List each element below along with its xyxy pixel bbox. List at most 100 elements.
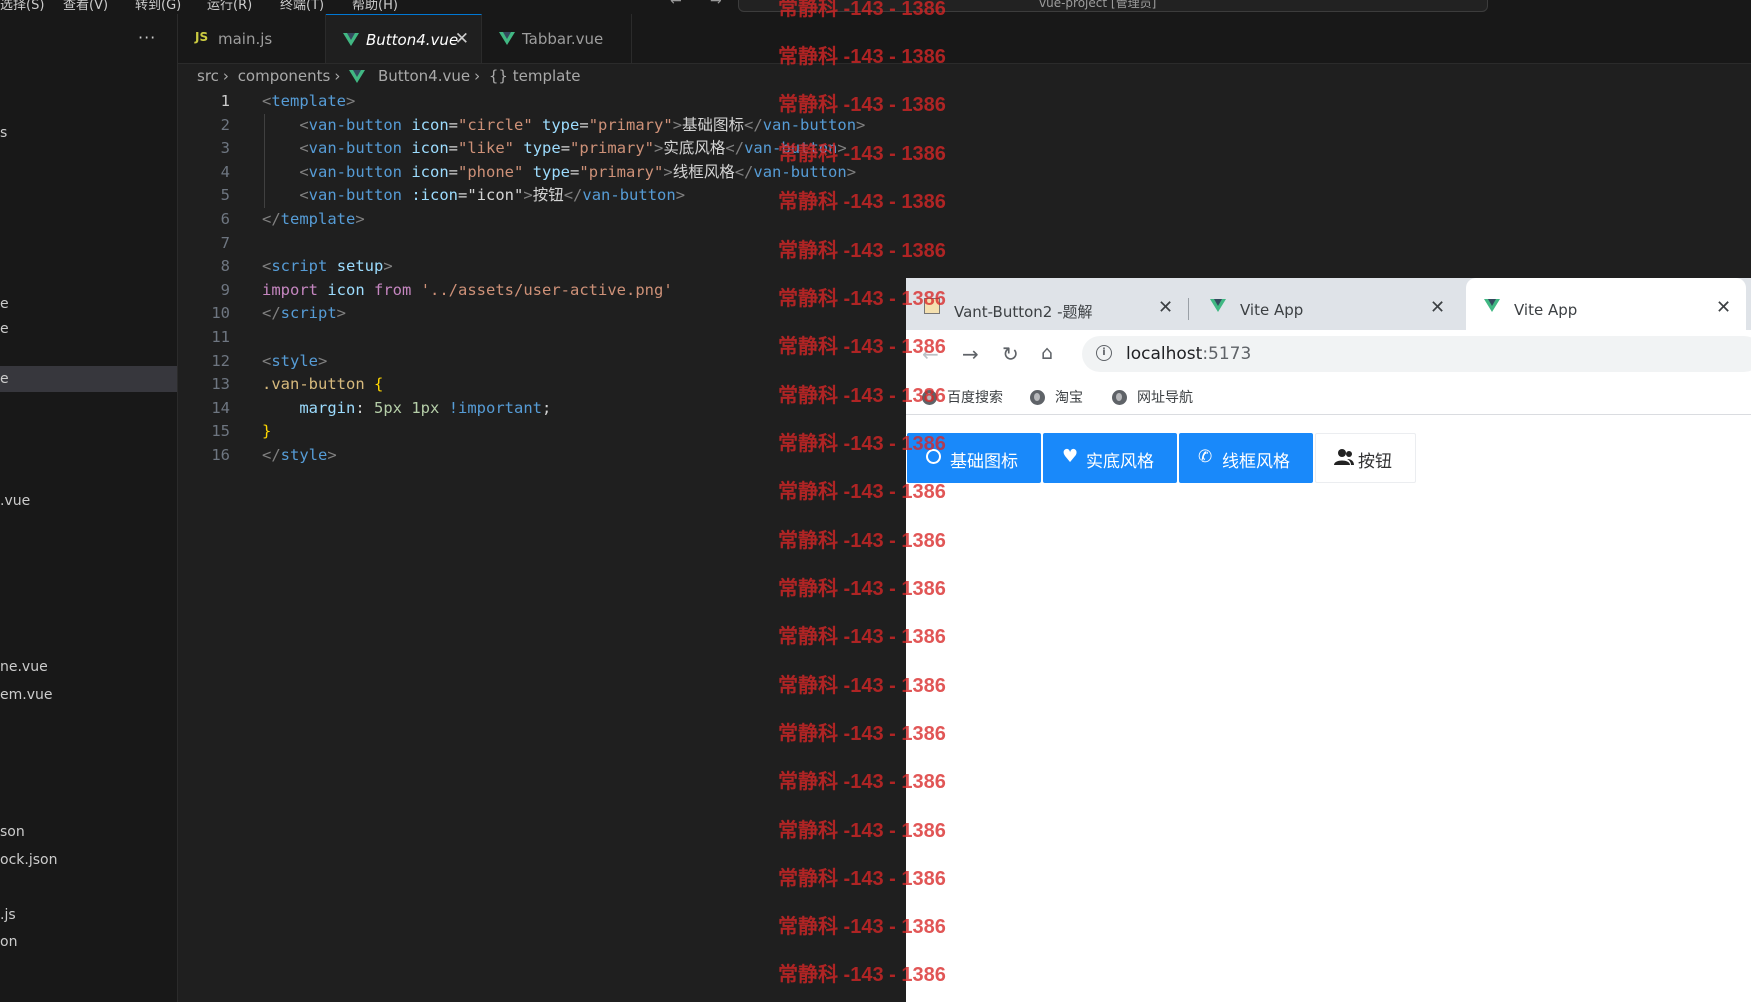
code-line: <van-button icon="phone" type="primary">…	[299, 162, 857, 181]
breadcrumb-item[interactable]: Button4.vue	[378, 67, 470, 85]
breadcrumb-item[interactable]: components	[238, 67, 331, 85]
menu-go[interactable]: 转到(G)	[135, 0, 181, 13]
menu-view[interactable]: 查看(V)	[63, 0, 108, 13]
custom-icon-button[interactable]: 按钮	[1315, 433, 1416, 483]
breadcrumb-item[interactable]: {} template	[489, 67, 581, 85]
close-icon[interactable]: ✕	[1158, 297, 1173, 318]
site-info-icon[interactable]: i	[1096, 345, 1112, 361]
browser-tab[interactable]: Vite App ✕	[1192, 278, 1462, 330]
explorer-item[interactable]: s	[0, 120, 177, 146]
code-line: margin: 5px 1px !important;	[299, 398, 552, 417]
explorer-item-label: ock.json	[0, 852, 58, 868]
code-editor[interactable]: 1 <template> 2 <van-button icon="circle" …	[178, 90, 908, 468]
close-icon[interactable]: ✕	[455, 29, 469, 49]
line-number: 16	[211, 445, 230, 464]
explorer-item[interactable]: e	[0, 316, 177, 342]
page-content: 基础图标 ♥ 实底风格 ✆ 线框风格 按钮	[906, 415, 1751, 1002]
code-line: </style>	[262, 445, 337, 464]
reload-icon[interactable]: ↻	[1002, 342, 1019, 366]
home-icon[interactable]: ⌂	[1041, 342, 1053, 364]
bookmarks-bar: 百度搜索 淘宝 网址导航	[906, 378, 1751, 415]
outline-style-button[interactable]: ✆ 线框风格	[1179, 433, 1313, 483]
close-icon[interactable]: ✕	[1430, 297, 1445, 318]
more-actions-icon[interactable]: ···	[138, 28, 156, 47]
code-line: <style>	[262, 351, 328, 370]
explorer-item-label: .js	[0, 907, 16, 923]
line-number: 13	[211, 375, 230, 394]
breadcrumb: src › components › Button4.vue › {} templat…	[197, 67, 584, 89]
line-number: 14	[211, 398, 230, 417]
close-icon[interactable]: ✕	[1716, 297, 1731, 318]
command-center-search[interactable]: vue-project [管理员]	[738, 0, 1488, 12]
circle-icon	[926, 449, 941, 469]
address-url: localhost:5173	[1126, 344, 1252, 364]
code-line: }	[262, 422, 272, 441]
solid-style-button[interactable]: ♥ 实底风格	[1043, 433, 1177, 483]
line-number: 7	[220, 233, 230, 252]
explorer-item[interactable]: ock.json	[0, 847, 177, 873]
browser-tab-label: Vite App	[1514, 301, 1578, 319]
explorer-item[interactable]: ne.vue	[0, 654, 177, 680]
globe-icon	[1030, 390, 1045, 405]
line-number: 5	[220, 186, 230, 205]
menu-selection[interactable]: 选择(S)	[0, 0, 44, 13]
bookmark-baidu[interactable]: 百度搜索	[922, 387, 1003, 407]
address-bar[interactable]: i localhost:5173	[1082, 336, 1751, 372]
button-label: 按钮	[1358, 452, 1392, 472]
explorer-item-selected[interactable]: e	[0, 366, 177, 392]
explorer-item-label: e	[0, 296, 9, 312]
tab-label: main.js	[218, 30, 273, 48]
back-arrow-icon[interactable]: ←	[670, 0, 682, 9]
browser-tab-label: Vite App	[1240, 301, 1304, 319]
heart-icon: ♥	[1062, 446, 1079, 467]
bookmark-taobao[interactable]: 淘宝	[1030, 387, 1083, 407]
chevron-right-icon: ›	[474, 67, 481, 85]
user-icon	[1334, 448, 1354, 471]
explorer-sidebar: ··· s e e e .vue ne.vue em.vue son ock.j…	[0, 14, 178, 1002]
code-line: <van-button icon="circle" type="primary"…	[299, 115, 866, 134]
tab-tabbar-vue[interactable]: Tabbar.vue	[482, 14, 632, 63]
browser-tab-label: Vant-Button2 -题解	[954, 303, 1093, 321]
line-number: 15	[211, 422, 230, 441]
tab-button4-vue[interactable]: Button4.vue ✕	[326, 14, 482, 63]
basic-icon-button[interactable]: 基础图标	[907, 433, 1041, 483]
menu-terminal[interactable]: 终端(T)	[280, 0, 324, 13]
code-line: <van-button icon="like" type="primary">实…	[299, 139, 847, 158]
explorer-item-label: e	[0, 371, 9, 387]
breadcrumb-item[interactable]: src	[197, 67, 219, 85]
line-number: 4	[220, 162, 230, 181]
back-icon[interactable]: ←	[922, 342, 939, 366]
explorer-item[interactable]: em.vue	[0, 682, 177, 708]
explorer-item[interactable]: son	[0, 819, 177, 845]
menu-bar: 选择(S) 查看(V) 转到(G) 运行(R) 终端(T) 帮助(H) ← → …	[0, 0, 1751, 14]
explorer-item[interactable]: on	[0, 929, 177, 955]
tab-main-js[interactable]: JS main.js	[178, 14, 326, 63]
line-number: 8	[220, 257, 230, 276]
code-line: <van-button :icon="icon">按钮</van-button>	[299, 186, 686, 205]
menu-help[interactable]: 帮助(H)	[352, 0, 398, 13]
menu-run[interactable]: 运行(R)	[207, 0, 252, 13]
bookmark-nav[interactable]: 网址导航	[1112, 387, 1193, 407]
forward-icon[interactable]: →	[962, 342, 979, 366]
forward-arrow-icon[interactable]: →	[710, 0, 722, 9]
button-label: 线框风格	[1222, 452, 1290, 472]
code-line: </script>	[262, 304, 347, 323]
explorer-item-label: on	[0, 934, 18, 950]
explorer-item-label: son	[0, 824, 25, 840]
chevron-right-icon: ›	[334, 67, 341, 85]
browser-tab-active[interactable]: Vite App ✕	[1466, 278, 1746, 330]
vite-icon	[1210, 298, 1226, 316]
browser-tab[interactable]: Vant-Button2 -题解 ✕	[906, 278, 1184, 330]
vue-icon	[499, 32, 515, 48]
explorer-item-label: e	[0, 321, 9, 337]
vite-icon	[1484, 298, 1500, 316]
explorer-item[interactable]: e	[0, 291, 177, 317]
code-line: import icon from '../assets/user-active.…	[262, 280, 673, 299]
vue-icon	[343, 33, 359, 49]
line-number: 10	[211, 304, 230, 323]
chevron-right-icon: ›	[222, 67, 229, 85]
code-line: <template>	[262, 92, 356, 110]
explorer-item[interactable]: .js	[0, 902, 177, 928]
code-line: <script setup>	[262, 257, 393, 276]
explorer-item[interactable]: .vue	[0, 488, 177, 514]
